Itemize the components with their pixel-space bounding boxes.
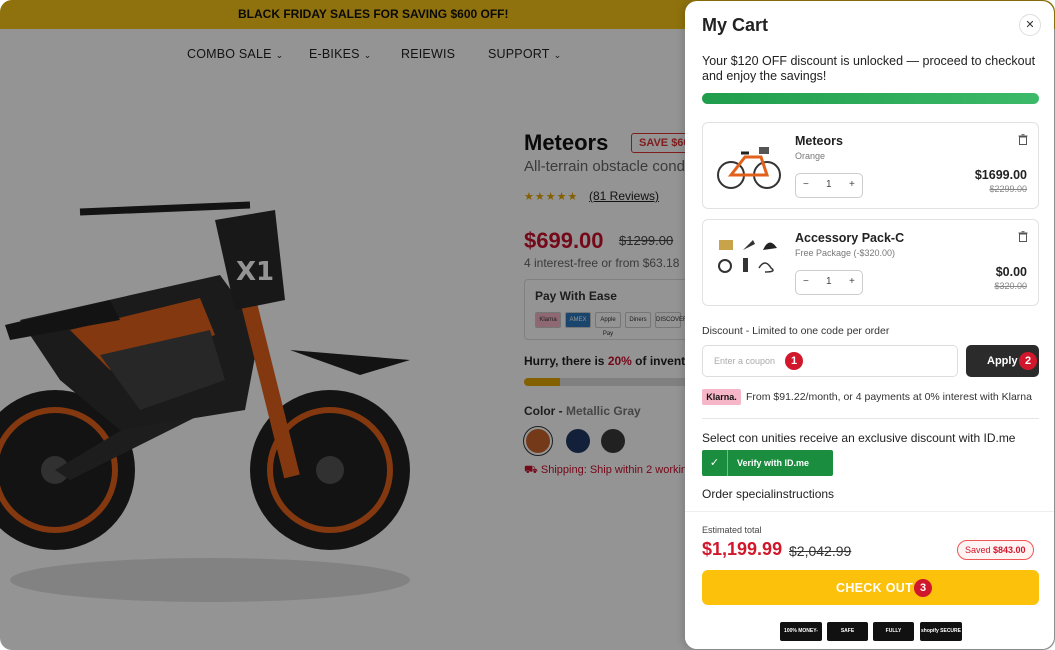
- shopify-secure-badge: shopify SECURE: [920, 622, 962, 641]
- cart-title: My Cart: [702, 15, 769, 35]
- ebike-thumbnail: [717, 147, 781, 189]
- step-marker-1: 1: [785, 352, 803, 370]
- trash-icon[interactable]: [1018, 231, 1028, 242]
- cart-item-price: $1699.00: [974, 168, 1027, 182]
- minus-icon[interactable]: −: [803, 276, 809, 287]
- cart-drawer: My Cart ✕ Your $120 OFF discount is unlo…: [685, 1, 1054, 649]
- klarna-financing-text: From $91.22/month, or 4 payments at 0% i…: [746, 391, 1032, 403]
- cart-item-price: $0.00: [995, 265, 1027, 279]
- verify-idme-label: Verify with ID.me: [737, 458, 810, 468]
- step-marker-3: 3: [914, 579, 932, 597]
- idme-message: Select con unities receive an exclusive …: [702, 431, 1016, 445]
- quantity-value[interactable]: 1: [826, 276, 832, 287]
- discount-progress-bar: [702, 93, 1039, 104]
- safe-checkout-badge: SAFE CHECKOUT: [827, 622, 868, 649]
- saved-amount: $843.00: [993, 545, 1026, 555]
- saved-prefix: Saved: [965, 545, 994, 555]
- accessory-pack-thumbnail: [718, 240, 777, 273]
- plus-icon[interactable]: +: [849, 276, 855, 287]
- original-total: $2,042.99: [789, 543, 852, 559]
- plus-icon[interactable]: +: [849, 179, 855, 190]
- cart-item-old-price: $320.00: [994, 281, 1027, 291]
- cart-item-name: Meteors: [795, 134, 843, 148]
- cart-footer: Estimated total $1,199.99 $2,042.99 Save…: [685, 511, 1054, 649]
- quantity-value[interactable]: 1: [826, 179, 832, 190]
- checkout-button[interactable]: CHECK OUT: [702, 570, 1039, 605]
- money-back-badge: 100% MONEY-BACK: [780, 622, 822, 649]
- quantity-stepper: − 1 +: [795, 270, 863, 295]
- trash-icon[interactable]: [1018, 134, 1028, 145]
- close-icon[interactable]: ✕: [1019, 14, 1041, 36]
- cart-item-name: Accessory Pack-C: [795, 231, 905, 245]
- discount-progress-fill: [702, 93, 1039, 104]
- cart-item-variant: Free Package (-$320.00): [795, 248, 896, 258]
- minus-icon[interactable]: −: [803, 179, 809, 190]
- discount-unlock-message: Your $120 OFF discount is unlocked — pro…: [702, 54, 1036, 83]
- cart-item: Accessory Pack-C Free Package (-$320.00)…: [702, 219, 1039, 306]
- coupon-input[interactable]: [702, 345, 958, 377]
- cart-item: Meteors Orange − 1 + $1699.00 $2299.00: [702, 122, 1039, 209]
- discount-label: Discount - Limited to one code per order: [702, 325, 890, 337]
- quantity-stepper: − 1 +: [795, 173, 863, 198]
- step-marker-2: 2: [1019, 352, 1037, 370]
- estimated-total-label: Estimated total: [702, 525, 762, 535]
- fully-secured-badge: FULLY SECURED: [873, 622, 914, 649]
- saved-badge: Saved $843.00: [957, 540, 1034, 560]
- shield-check-icon: ✓: [702, 450, 728, 476]
- verify-idme-button[interactable]: ✓ Verify with ID.me: [702, 450, 833, 476]
- divider: [702, 418, 1039, 419]
- klarna-logo: Klarna.: [702, 389, 741, 405]
- cart-item-old-price: $2299.00: [989, 184, 1027, 194]
- estimated-total: $1,199.99: [702, 539, 783, 559]
- order-instructions-toggle[interactable]: Order specialinstructions: [702, 487, 834, 501]
- cart-item-variant: Orange: [795, 151, 826, 161]
